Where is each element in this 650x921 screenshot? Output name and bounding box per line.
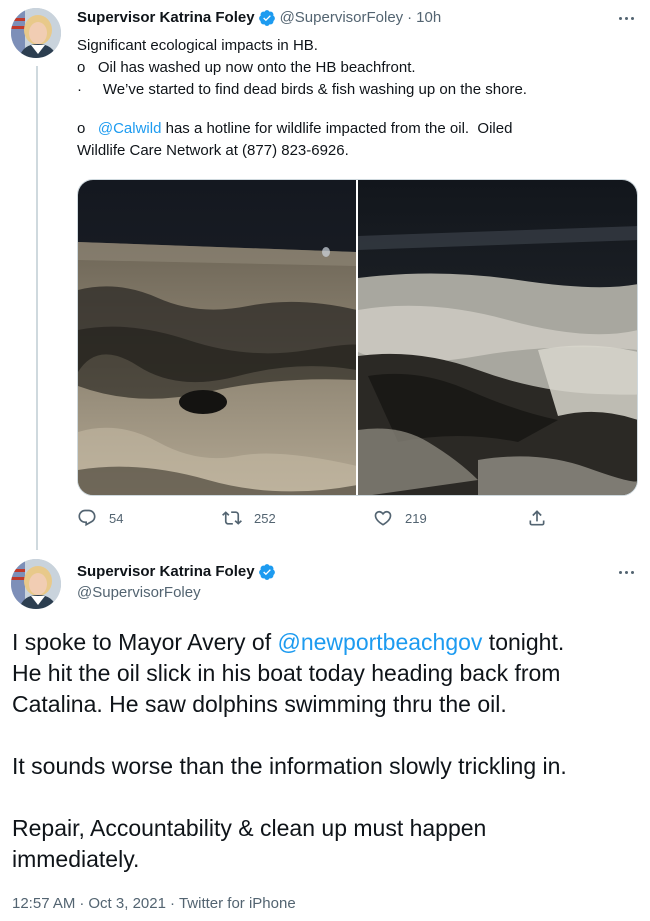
like-button[interactable]: 219 — [373, 508, 427, 528]
verified-badge-icon — [258, 9, 276, 27]
tweet-text-line: immediately. — [12, 846, 140, 872]
tweet1-text: Significant ecological impacts in HB. o … — [77, 36, 637, 163]
reply-count: 54 — [109, 510, 124, 526]
mention-newportbeachgov-link[interactable]: @newportbeachgov — [277, 629, 482, 655]
like-count: 219 — [405, 510, 427, 526]
tweet-text-line: o Oil has washed up now onto the HB beac… — [77, 59, 416, 76]
retweet-icon — [222, 511, 242, 525]
tweet-time[interactable]: 12:57 AM — [12, 895, 75, 912]
more-icon[interactable] — [612, 562, 640, 582]
media-grid — [77, 179, 638, 496]
time-separator: · — [407, 9, 413, 26]
share-button[interactable] — [527, 508, 547, 528]
avatar[interactable] — [11, 8, 61, 58]
tweet1-header: Supervisor Katrina Foley @SupervisorFole… — [77, 8, 441, 28]
reply-button[interactable]: 54 — [77, 508, 123, 528]
author-handle[interactable]: @SupervisorFoley — [280, 8, 404, 28]
author-handle[interactable]: @SupervisorFoley — [77, 583, 201, 603]
thread-connector-line — [36, 66, 38, 550]
retweet-count: 252 — [254, 510, 276, 526]
more-icon[interactable] — [612, 8, 640, 28]
mention-calwild-link[interactable]: @Calwild — [98, 120, 162, 137]
tweet-text-line: o @Calwild has a hotline for wildlife im… — [77, 119, 637, 141]
reply-icon — [78, 509, 96, 527]
heart-icon — [374, 510, 392, 526]
tweet2-header: Supervisor Katrina Foley — [77, 562, 276, 582]
tweet-text-line: Wildlife Care Network at (877) 823-6926. — [77, 142, 349, 159]
bullet-prefix: o — [77, 120, 98, 137]
tweet-text-line: Catalina. He saw dolphins swimming thru … — [12, 691, 507, 717]
tweet-text-line: Repair, Accountability & clean up must h… — [12, 815, 487, 841]
tweet-text-fragment: tonight. — [482, 629, 565, 655]
tweet1-actions: 54 252 219 — [77, 508, 637, 534]
author-name[interactable]: Supervisor Katrina Foley — [77, 8, 255, 28]
tweet-text-line: It sounds worse than the information slo… — [12, 753, 567, 779]
meta-separator: · — [79, 895, 85, 912]
tweet-text-fragment: I spoke to Mayor Avery of — [12, 629, 278, 655]
tweet-text-line: He hit the oil slick in his boat today h… — [12, 660, 561, 686]
tweet-metadata: 12:57 AM · Oct 3, 2021 · Twitter for iPhone — [12, 895, 296, 912]
meta-separator: · — [169, 895, 175, 912]
beach-oil-photo-2[interactable] — [358, 180, 637, 495]
author-name[interactable]: Supervisor Katrina Foley — [77, 562, 255, 582]
tweet-date[interactable]: Oct 3, 2021 — [88, 895, 166, 912]
avatar[interactable] — [11, 559, 61, 609]
verified-badge-icon — [258, 563, 276, 581]
tweet-time[interactable]: 10h — [416, 8, 441, 28]
tweet-text-line: · We’ve started to find dead birds & fis… — [77, 81, 527, 98]
tweet-text-line: Significant ecological impacts in HB. — [77, 37, 318, 54]
tweet-text-fragment: has a hotline for wildlife impacted from… — [161, 120, 513, 137]
tweet2-text: I spoke to Mayor Avery of @newportbeachg… — [12, 627, 638, 875]
tweet-client-link[interactable]: Twitter for iPhone — [179, 895, 296, 912]
share-icon — [529, 510, 545, 526]
retweet-button[interactable]: 252 — [222, 508, 276, 528]
tweet-text-line: I spoke to Mayor Avery of @newportbeachg… — [12, 627, 638, 658]
beach-oil-photo-1[interactable] — [78, 180, 356, 495]
